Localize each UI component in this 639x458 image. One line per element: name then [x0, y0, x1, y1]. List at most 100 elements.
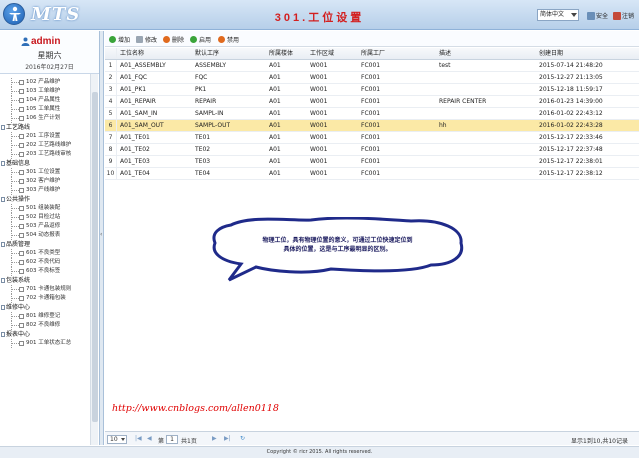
- sidebar-item[interactable]: 103 工单维护: [0, 87, 90, 96]
- tree-line: [11, 271, 19, 272]
- sidebar-scrollbar[interactable]: [90, 74, 98, 445]
- table-cell: A01: [269, 170, 281, 177]
- table-row[interactable]: 9 A01_TE03 TE03 A01 W001 FC001 2015-12-17 22:3…: [105, 156, 639, 168]
- table-row[interactable]: 6 A01_SAM_OUT SAMPL-OUT A01 W001 FC001 hh 2016-…: [105, 120, 639, 132]
- sidebar-item[interactable]: 303 产线维护: [0, 186, 90, 195]
- footer: Copyright © ricr 2015. All rights reserv…: [0, 446, 639, 458]
- sidebar-item[interactable]: 801 维修登记: [0, 312, 90, 321]
- table-cell: TE03: [195, 158, 211, 165]
- sidebar-splitter[interactable]: ‹: [100, 31, 104, 445]
- sidebar-item[interactable]: 603 不良标签: [0, 267, 90, 276]
- collapse-toggle-icon[interactable]: [1, 278, 5, 283]
- first-page-icon[interactable]: |◀: [135, 435, 142, 442]
- page-icon: [19, 134, 24, 139]
- sidebar-item[interactable]: 203 工艺路线审核: [0, 150, 90, 159]
- menu-group[interactable]: 报表中心: [0, 330, 90, 339]
- page-icon: [19, 251, 24, 256]
- logout-link[interactable]: 注销: [613, 11, 634, 20]
- page-size-select[interactable]: 10: [107, 435, 127, 444]
- collapse-toggle-icon[interactable]: [1, 305, 5, 310]
- sidebar-item[interactable]: 102 产品维护: [0, 78, 90, 87]
- tree-line: [11, 100, 19, 101]
- table-row[interactable]: 2 A01_FQC FQC A01 W001 FC001 2015-12-27 21:13:…: [105, 72, 639, 84]
- row-number: 9: [105, 156, 117, 167]
- menu-group[interactable]: 维修中心: [0, 303, 90, 312]
- tree-line: [11, 343, 19, 344]
- language-select[interactable]: 简体中文: [537, 9, 579, 21]
- sidebar-item[interactable]: 105 工单属性: [0, 105, 90, 114]
- sidebar-item[interactable]: 802 不良维修: [0, 321, 90, 330]
- sidebar-item[interactable]: 503 产品返修: [0, 222, 90, 231]
- collapse-toggle-icon[interactable]: [1, 161, 5, 166]
- sidebar-item[interactable]: 104 产品属性: [0, 96, 90, 105]
- table-cell: 2015-12-18 11:59:17: [539, 86, 603, 93]
- collapse-toggle-icon[interactable]: [1, 332, 5, 337]
- table-cell: A01_REPAIR: [120, 98, 156, 105]
- table-cell: A01_SAM_IN: [120, 110, 158, 117]
- collapse-toggle-icon[interactable]: [1, 197, 5, 202]
- collapse-toggle-icon[interactable]: [1, 125, 5, 130]
- add-button[interactable]: 增加: [109, 35, 130, 44]
- sidebar-item[interactable]: 602 不良代码: [0, 258, 90, 267]
- collapse-toggle-icon[interactable]: [1, 242, 5, 247]
- annotation-text: 物理工位，具有物理位置的意义，可通过工位快速定位到 具体的位置，这是与工序最明显…: [230, 236, 445, 254]
- table-cell: 2015-12-17 22:38:12: [539, 170, 603, 177]
- sidebar-item[interactable]: 302 客户维护: [0, 177, 90, 186]
- disable-button[interactable]: 禁用: [218, 35, 239, 44]
- column-header[interactable]: 工位名称: [120, 48, 144, 59]
- table-cell: ASSEMBLY: [195, 62, 227, 69]
- sidebar-item[interactable]: 106 生产计划: [0, 114, 90, 123]
- collapse-icon[interactable]: ‹: [100, 231, 102, 238]
- edit-button[interactable]: 修改: [136, 35, 157, 44]
- tree-line: [11, 325, 19, 326]
- sidebar-item[interactable]: 502 目检过站: [0, 213, 90, 222]
- table-cell: REPAIR: [195, 98, 217, 105]
- block-icon: [218, 36, 225, 43]
- scrollbar-thumb[interactable]: [92, 92, 98, 422]
- next-page-icon[interactable]: ▶: [212, 435, 217, 442]
- page-icon: [19, 224, 24, 229]
- sidebar-item[interactable]: 701 卡通包装规则: [0, 285, 90, 294]
- table-row[interactable]: 8 A01_TE02 TE02 A01 W001 FC001 2015-12-17 22:3…: [105, 144, 639, 156]
- table-cell: 2015-07-14 21:48:20: [539, 62, 603, 69]
- sidebar-item[interactable]: 702 卡通箱包装: [0, 294, 90, 303]
- refresh-icon[interactable]: ↻: [240, 435, 245, 442]
- menu-group[interactable]: 包装系统: [0, 276, 90, 285]
- sidebar-item[interactable]: 504 动态报表: [0, 231, 90, 240]
- column-header[interactable]: 所属工厂: [361, 48, 385, 59]
- column-header[interactable]: 默认工序: [195, 48, 219, 59]
- table-cell: test: [439, 62, 451, 69]
- table-row[interactable]: 4 A01_REPAIR REPAIR A01 W001 FC001 REPAIR CENT…: [105, 96, 639, 108]
- column-header[interactable]: 所属楼体: [269, 48, 293, 59]
- table-row[interactable]: 3 A01_PK1 PK1 A01 W001 FC001 2015-12-18 11:59:…: [105, 84, 639, 96]
- prev-page-icon[interactable]: ◀: [147, 435, 152, 442]
- table-row[interactable]: 7 A01_TE01 TE01 A01 W001 FC001 2015-12-17 22:3…: [105, 132, 639, 144]
- column-header[interactable]: 创建日期: [539, 48, 563, 59]
- table-row[interactable]: 10 A01_TE04 TE04 A01 W001 FC001 2015-12-17 22:…: [105, 168, 639, 180]
- menu-group[interactable]: 公共操作: [0, 195, 90, 204]
- tree-line: [11, 298, 19, 299]
- security-link[interactable]: 安全: [587, 11, 608, 20]
- page-number-input[interactable]: 1: [166, 435, 178, 444]
- menu-label: 104 产品属性: [26, 97, 61, 103]
- menu-group[interactable]: 品质管理: [0, 240, 90, 249]
- sidebar-item[interactable]: 601 不良类型: [0, 249, 90, 258]
- sidebar-item[interactable]: 201 工序设置: [0, 132, 90, 141]
- sidebar-item[interactable]: 301 工位设置: [0, 168, 90, 177]
- tree-line: [11, 226, 19, 227]
- delete-button[interactable]: 删除: [163, 35, 184, 44]
- sidebar-item[interactable]: 901 工单状态汇总: [0, 339, 90, 348]
- enable-button[interactable]: 启用: [190, 35, 211, 44]
- column-header[interactable]: 描述: [439, 48, 451, 59]
- menu-group[interactable]: 基础信息: [0, 159, 90, 168]
- last-page-icon[interactable]: ▶|: [224, 435, 231, 442]
- page-total: 共1页: [181, 438, 197, 445]
- sidebar-item[interactable]: 501 组装装配: [0, 204, 90, 213]
- table-row[interactable]: 5 A01_SAM_IN SAMPL-IN A01 W001 FC001 2016-01-0…: [105, 108, 639, 120]
- column-header[interactable]: 工作区域: [310, 48, 334, 59]
- tree-line: [11, 253, 19, 254]
- menu-group[interactable]: 工艺路线: [0, 123, 90, 132]
- sidebar-item[interactable]: 202 工艺路线维护: [0, 141, 90, 150]
- page-icon: [19, 107, 24, 112]
- table-row[interactable]: 1 A01_ASSEMBLY ASSEMBLY A01 W001 FC001 test 201…: [105, 60, 639, 72]
